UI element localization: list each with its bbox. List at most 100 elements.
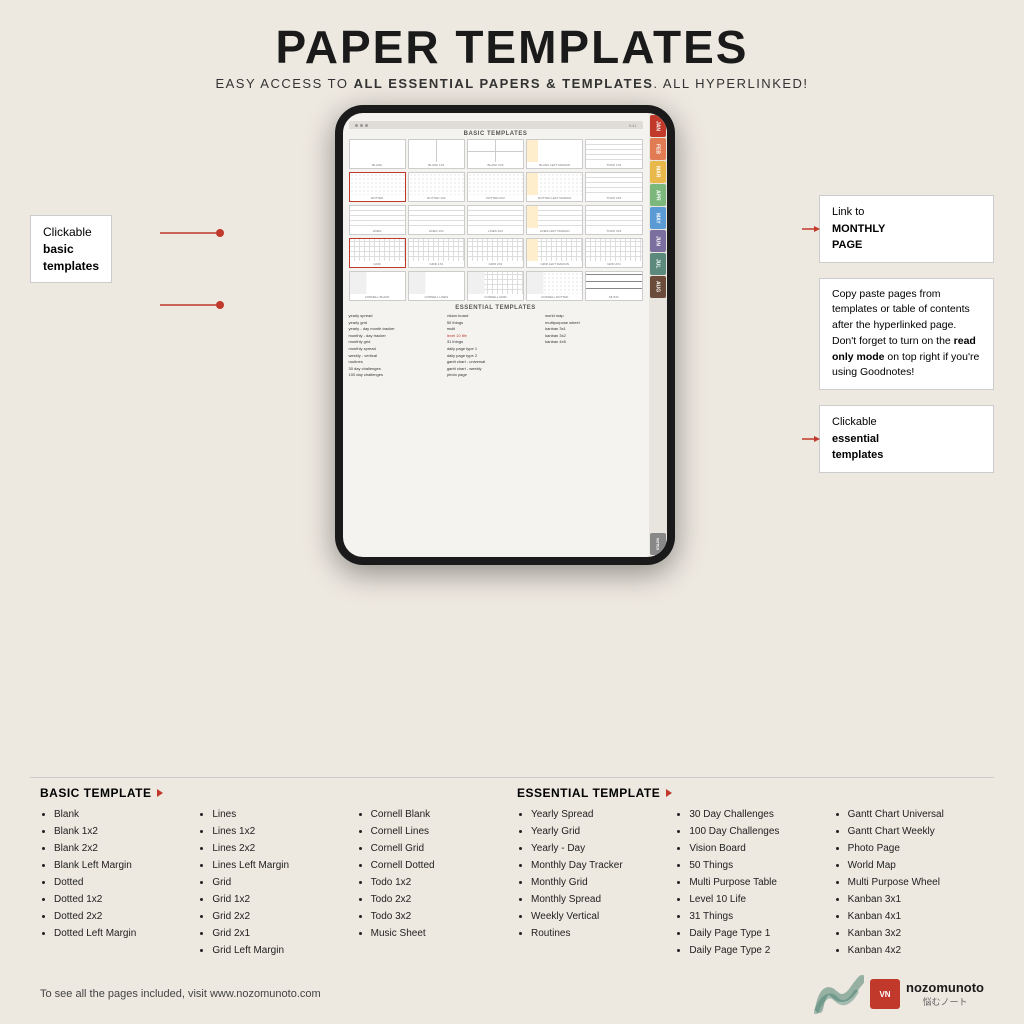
template-lines-2x2[interactable]: LINES 2X2 <box>467 205 524 235</box>
right-box-copy: Copy paste pages from templates or table… <box>819 278 994 391</box>
template-grid-row1: BLANK BLANK 1X2 BLANK 2X2 <box>349 139 643 169</box>
template-blank[interactable]: BLANK <box>349 139 406 169</box>
list-item: Daily Page Type 1 <box>689 925 825 942</box>
template-blank-left-margin[interactable]: BLANK LEFT MARGIN <box>526 139 583 169</box>
list-item: Cornell Dotted <box>371 857 507 874</box>
tablet: 9:41 BASIC TEMPLATES BLANK <box>335 105 675 565</box>
template-music[interactable]: MUSIC <box>585 271 642 301</box>
tablet-time: 9:41 <box>629 123 637 128</box>
deco-wave-svg <box>814 974 864 1014</box>
sidebar-tab-mar[interactable]: MAR <box>650 161 666 183</box>
list-item: Todo 2x2 <box>371 891 507 908</box>
sidebar-tab-notes[interactable]: NOTES <box>650 533 666 555</box>
list-item: Blank Left Margin <box>54 857 190 874</box>
template-lines-left-margin[interactable]: LINES LEFT MARGIN <box>526 205 583 235</box>
sidebar-tab-jun[interactable]: JUN <box>650 230 666 252</box>
footer-text: To see all the pages included, visit www… <box>40 988 321 1000</box>
list-item: Gantt Chart Universal <box>848 806 984 823</box>
template-cornell-grid[interactable]: CORNELL GRID <box>467 271 524 301</box>
template-cornell-blank[interactable]: CORNELL BLANK <box>349 271 406 301</box>
list-item: Cornell Lines <box>371 823 507 840</box>
template-blank-2x2[interactable]: BLANK 2X2 <box>467 139 524 169</box>
tablet-sidebar: JAN FEB MAR APR MAY JUN JUL AUG NOTES <box>649 113 667 557</box>
tablet-top-bar: 9:41 <box>349 121 643 129</box>
right-arrow-3 <box>802 434 820 444</box>
template-grid-row2: DOTTED DOTTED 1X2 DOTTED 2X2 <box>349 172 643 202</box>
bottom-section: BASIC TEMPLATE Blank Blank 1x2 Blank 2x2… <box>30 777 994 964</box>
tablet-main-content: 9:41 BASIC TEMPLATES BLANK <box>343 113 649 557</box>
list-item: Lines 1x2 <box>212 823 348 840</box>
template-todo-1x2[interactable]: TODO 1X2 <box>585 139 642 169</box>
list-item: Monthly Spread <box>531 891 667 908</box>
right-box-essential: Clickable essentialtemplates <box>819 405 994 473</box>
arrow-svg-3 <box>802 434 820 444</box>
logo-text-area: nozomunoto 悩むノート <box>906 980 984 1008</box>
page-wrapper: PAPER TEMPLATES EASY ACCESS TO ALL ESSEN… <box>0 0 1024 1024</box>
list-item: Level 10 Life <box>689 891 825 908</box>
essential-template-header: ESSENTIAL TEMPLATE <box>517 786 984 800</box>
template-grid-left-margin[interactable]: GRID LEFT MARGIN <box>526 238 583 268</box>
list-item: Routines <box>531 925 667 942</box>
top-dot-3 <box>365 124 368 127</box>
template-lines[interactable]: LINES <box>349 205 406 235</box>
template-cornell-dotted[interactable]: CORNELL DOTTED <box>526 271 583 301</box>
link-to-label: Link to <box>832 206 864 218</box>
list-item: Kanban 4x2 <box>848 942 984 959</box>
basic-template-list-section: BASIC TEMPLATE Blank Blank 1x2 Blank 2x2… <box>40 786 507 959</box>
list-item: Todo 3x2 <box>371 908 507 925</box>
template-grid-row3: LINES LINES 1X2 LINES 2X2 <box>349 205 643 235</box>
list-item: 30 Day Challenges <box>689 806 825 823</box>
right-arrow-1 <box>802 224 820 234</box>
template-todo-3x2[interactable]: TODO 3X2 <box>585 205 642 235</box>
clickable-label: Clickable <box>43 225 92 239</box>
template-grid-2x1[interactable]: GRID 2X1 <box>585 238 642 268</box>
list-item: Music Sheet <box>371 925 507 942</box>
left-annotation-area: Clickable basictemplates <box>30 105 190 769</box>
list-item: Blank 1x2 <box>54 823 190 840</box>
basic-col-1: Blank Blank 1x2 Blank 2x2 Blank Left Mar… <box>40 806 190 959</box>
main-title: PAPER TEMPLATES <box>215 20 808 74</box>
template-dotted-2x2[interactable]: DOTTED 2X2 <box>467 172 524 202</box>
sidebar-tab-may[interactable]: MAY <box>650 207 666 229</box>
template-grid-2x2[interactable]: GRID 2X2 <box>467 238 524 268</box>
list-item: Yearly Grid <box>531 823 667 840</box>
template-todo-2x2[interactable]: TODO 2X2 <box>585 172 642 202</box>
essential-col-list-3: Gantt Chart Universal Gantt Chart Weekly… <box>834 806 984 959</box>
list-item: Yearly - Day <box>531 840 667 857</box>
list-item: Grid 2x2 <box>212 908 348 925</box>
template-dotted[interactable]: DOTTED <box>349 172 406 202</box>
list-item: Lines Left Margin <box>212 857 348 874</box>
tablet-screen: 9:41 BASIC TEMPLATES BLANK <box>343 113 667 557</box>
sidebar-tab-feb[interactable]: FEB <box>650 138 666 160</box>
list-item: Lines <box>212 806 348 823</box>
list-item: Dotted 2x2 <box>54 908 190 925</box>
logo-name: nozomunoto <box>906 980 984 995</box>
list-item: 50 Things <box>689 857 825 874</box>
template-cornell-lines[interactable]: CORNELL LINES <box>408 271 465 301</box>
template-dotted-left-margin[interactable]: DOTTED LEFT MARGIN <box>526 172 583 202</box>
tablet-container: 9:41 BASIC TEMPLATES BLANK <box>190 105 819 769</box>
list-item: Blank 2x2 <box>54 840 190 857</box>
list-item: 100 Day Challenges <box>689 823 825 840</box>
logo-sub: 悩むノート <box>906 995 984 1008</box>
template-blank-1x2[interactable]: BLANK 1X2 <box>408 139 465 169</box>
sidebar-tab-jul[interactable]: JUL <box>650 253 666 275</box>
sidebar-tab-aug[interactable]: AUG <box>650 276 666 298</box>
template-lines-1x2[interactable]: LINES 1X2 <box>408 205 465 235</box>
monthly-page-label: MONTHLYPAGE <box>832 223 885 252</box>
list-item: Kanban 3x2 <box>848 925 984 942</box>
list-item: Monthly Day Tracker <box>531 857 667 874</box>
list-item: Vision Board <box>689 840 825 857</box>
list-item: Multi Purpose Table <box>689 874 825 891</box>
sidebar-tab-jan[interactable]: JAN <box>650 115 666 137</box>
template-dotted-1x2[interactable]: DOTTED 1X2 <box>408 172 465 202</box>
list-item: Todo 1x2 <box>371 874 507 891</box>
template-grid-1x2[interactable]: GRID 1X2 <box>408 238 465 268</box>
sidebar-tab-apr[interactable]: APR <box>650 184 666 206</box>
list-item: Dotted 1x2 <box>54 891 190 908</box>
template-grid[interactable]: GRID <box>349 238 406 268</box>
list-item: Grid Left Margin <box>212 942 348 959</box>
footer: To see all the pages included, visit www… <box>30 970 994 1014</box>
basic-template-header: BASIC TEMPLATE <box>40 786 507 800</box>
essential-col-2: vision board 50 things multi level 10 li… <box>447 313 544 378</box>
